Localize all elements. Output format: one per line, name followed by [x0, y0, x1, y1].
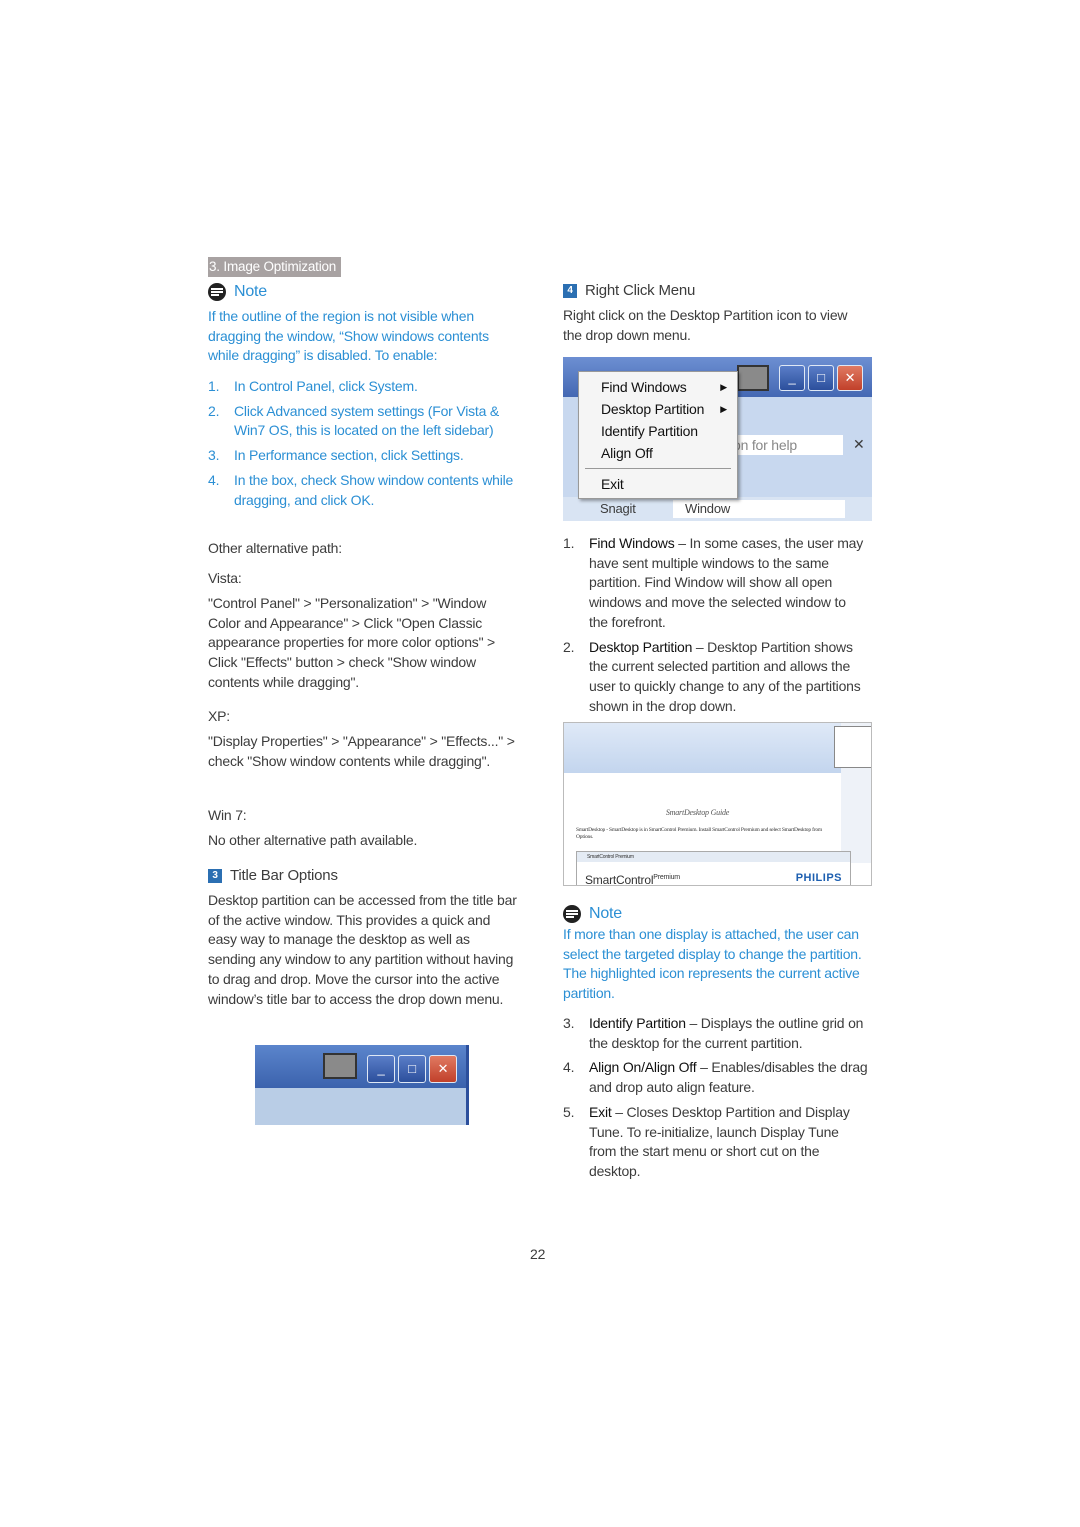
help-box[interactable]: on for help	[733, 435, 843, 455]
smartcontrol-panel: SmartControl Premium SmartControlPremium…	[576, 851, 851, 886]
item-term: Find Windows	[589, 535, 675, 551]
snagit-toolbar: Snagit Window	[563, 497, 872, 521]
manual-page: 3. Image Optimization Note If the outlin…	[0, 0, 1080, 1527]
title-bar-screenshot: _ □ ✕	[255, 1045, 469, 1125]
close-button[interactable]: ✕	[837, 365, 863, 391]
xp-label: XP:	[208, 708, 230, 724]
note-title: Note	[589, 905, 622, 922]
maximize-button[interactable]: □	[398, 1055, 426, 1083]
close-button[interactable]: ✕	[429, 1055, 457, 1083]
step-number: 2.	[208, 402, 220, 419]
xp-text: "Display Properties" > "Appearance" > "E…	[208, 733, 515, 769]
item-term: Align On/Align Off	[589, 1059, 697, 1076]
list-item: 3. Identify Partition – Displays the outl…	[563, 1014, 868, 1053]
section-badge: 3. Image Optimization	[208, 257, 342, 277]
brand-name: SmartControl	[585, 873, 654, 886]
right-click-menu-header: 4 Right Click Menu	[563, 281, 695, 301]
item-text: – Closes Desktop Partition and Display T…	[589, 1103, 850, 1179]
submenu-arrow-icon: ▶	[720, 404, 727, 414]
menu-item-align-off[interactable]: Align Off	[579, 442, 737, 464]
item-term: Exit	[589, 1103, 612, 1120]
dropdown-menu[interactable]	[834, 726, 871, 768]
philips-logo: PHILIPS	[795, 872, 842, 884]
snagit-button[interactable]: Snagit	[600, 497, 636, 521]
note-text: If the outline of the region is not visi…	[208, 308, 489, 364]
ribbon	[564, 723, 841, 773]
step-number: 4.	[208, 471, 220, 488]
doc-text: SmartDesktop - SmartDesktop is in SmartC…	[576, 827, 822, 840]
step-text: In Control Panel, click System.	[234, 378, 418, 394]
list-item: 5. Exit – Closes Desktop Partition and Di…	[563, 1103, 868, 1182]
item-number: 5.	[563, 1103, 575, 1120]
note-step: 2. Click Advanced system settings (For Vi…	[208, 402, 520, 441]
window-dropdown[interactable]: Window	[673, 500, 845, 518]
brand-sup: Premium	[653, 874, 680, 881]
menu-label: Find Windows	[601, 379, 687, 395]
item-body: Exit – Closes Desktop Partition and Disp…	[589, 1103, 868, 1182]
context-menu: Find Windows ▶ Desktop Partition ▶ Identif…	[578, 371, 738, 499]
minimize-button[interactable]: _	[779, 365, 805, 391]
step-number: 1.	[208, 378, 220, 394]
note-header: Note	[208, 282, 267, 302]
page-number: 22	[530, 1246, 546, 1262]
note-title: Note	[234, 283, 267, 300]
note-header: Note	[563, 904, 622, 924]
note-step: 3. In Performance section, click Settings…	[208, 446, 520, 466]
step-text: Click Advanced system settings (For Vist…	[234, 402, 500, 439]
panel-title: SmartControl Premium	[577, 852, 850, 862]
item-number: 4.	[563, 1059, 575, 1076]
title-bar-options-header: 3 Title Bar Options	[208, 866, 338, 886]
list-item: 2. Desktop Partition – Desktop Partition …	[563, 638, 868, 717]
submenu-arrow-icon: ▶	[720, 382, 727, 392]
item-term: Identify Partition	[589, 1015, 686, 1031]
word-screenshot: SmartDesktop Guide SmartDesktop - SmartD…	[563, 722, 872, 886]
note-icon	[208, 282, 226, 301]
vista-label: Vista:	[208, 570, 242, 586]
note-text: If more than one display is attached, th…	[563, 926, 862, 1002]
menu-label: Desktop Partition	[601, 401, 705, 417]
item-number: 1.	[563, 535, 575, 551]
list-item: 4. Align On/Align Off – Enables/disables …	[563, 1058, 868, 1097]
item-body: Find Windows – In some cases, the user m…	[589, 534, 868, 633]
right-click-menu-text: Right click on the Desktop Partition ico…	[563, 307, 848, 343]
maximize-button[interactable]: □	[808, 365, 834, 391]
desktop-partition-icon[interactable]	[737, 365, 769, 391]
item-number: 3.	[563, 1015, 575, 1031]
win7-label: Win 7:	[208, 807, 247, 823]
step-text: In Performance section, click Settings.	[234, 447, 464, 464]
menu-item-desktop-partition[interactable]: Desktop Partition ▶	[579, 398, 737, 420]
menu-item-identify-partition[interactable]: Identify Partition	[579, 420, 737, 442]
items-list-a: 1. Find Windows – In some cases, the user…	[563, 534, 868, 716]
step-number: 3.	[208, 447, 220, 464]
minimize-button[interactable]: _	[367, 1055, 395, 1083]
note-icon	[563, 904, 581, 923]
menu-item-find-windows[interactable]: Find Windows ▶	[579, 376, 737, 398]
section-number: 4	[563, 283, 577, 298]
item-number: 2.	[563, 638, 575, 655]
doc-title: SmartDesktop Guide	[665, 808, 730, 817]
section-title: Right Click Menu	[585, 282, 696, 299]
section-title: Title Bar Options	[230, 867, 338, 884]
note-step: 4. In the box, check Show window contents…	[208, 471, 520, 510]
item-body: Desktop Partition – Desktop Partition sh…	[589, 638, 868, 717]
menu-item-exit[interactable]: Exit	[579, 473, 737, 495]
close-icon[interactable]: ✕	[853, 435, 865, 455]
note-step: 1. In Control Panel, click System.	[208, 377, 520, 397]
desktop-partition-icon[interactable]	[323, 1053, 357, 1079]
title-bar-text: Desktop partition can be accessed from t…	[208, 892, 517, 1007]
item-body: Align On/Align Off – Enables/disables th…	[589, 1058, 868, 1097]
menu-divider	[585, 468, 731, 469]
step-text: In the box, check Show window contents w…	[234, 471, 514, 508]
items-list-b: 3. Identify Partition – Displays the outl…	[563, 1014, 868, 1182]
list-item: 1. Find Windows – In some cases, the user…	[563, 534, 868, 633]
item-body: Identify Partition – Displays the outlin…	[589, 1014, 868, 1053]
section-number: 3	[208, 868, 222, 883]
win7-text: No other alternative path available.	[208, 832, 418, 848]
right-click-menu-screenshot: _ □ ✕ on for help ✕ Snagit Window Find W…	[563, 357, 872, 521]
note-steps: 1. In Control Panel, click System. 2. Clic…	[208, 377, 520, 510]
vista-text: "Control Panel" > "Personalization" > "W…	[208, 595, 496, 690]
other-path-label: Other alternative path:	[208, 540, 342, 556]
item-term: Desktop Partition	[589, 638, 693, 655]
